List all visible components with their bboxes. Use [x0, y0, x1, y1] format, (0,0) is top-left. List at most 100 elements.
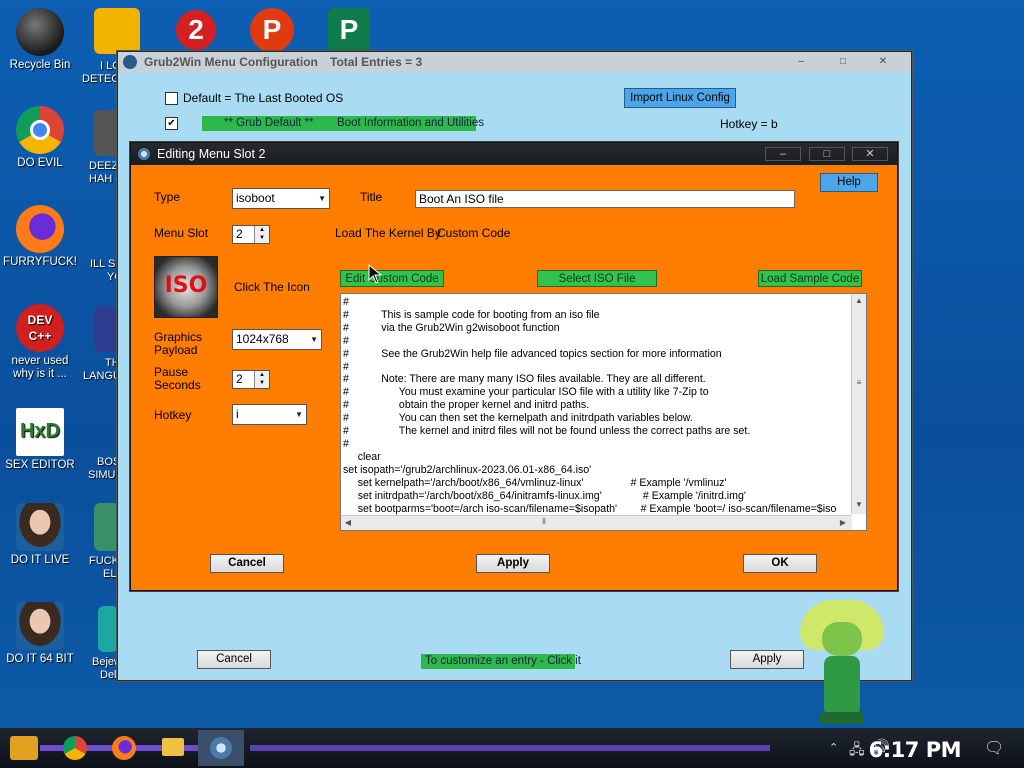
partial-label: ILL SI [90, 258, 119, 270]
hxd-icon: HxD [16, 408, 64, 456]
file-explorer-taskbar-icon[interactable] [162, 738, 184, 756]
iso-icon-text: ISO [164, 273, 208, 298]
custom-code-editor[interactable]: # # This is sample code for booting from… [340, 293, 867, 531]
app-publisher-icon[interactable]: P [328, 8, 370, 52]
partial-label: LANGU [83, 370, 121, 382]
pause-seconds-label: Pause Seconds [154, 365, 201, 392]
desktop-icon-sex-editor[interactable]: HxD SEX EDITOR [0, 408, 80, 472]
chrome-icon [16, 106, 64, 154]
entry-name: Boot Information and Utilities [337, 117, 485, 129]
desktop-icon-label: never used why is it ... [11, 355, 69, 380]
back-maximize-button[interactable]: □ [828, 55, 858, 69]
back-apply-button[interactable]: Apply [730, 650, 804, 669]
grub2win-icon [210, 737, 232, 759]
pause-seconds-stepper[interactable]: 2 ▲ ▼ [232, 370, 270, 389]
title-input[interactable]: Boot An ISO file [415, 190, 795, 208]
dialog-maximize-button[interactable]: □ [809, 147, 845, 161]
mouse-cursor-icon [368, 264, 382, 284]
start-button-icon[interactable] [10, 736, 38, 760]
entry-checkbox[interactable]: ✔ [165, 117, 178, 130]
scroll-thumb-grip-icon[interactable]: ⦀ [537, 517, 551, 527]
portrait-64-icon [16, 602, 64, 650]
partial-label: DEEZ [89, 160, 119, 172]
portrait-icon [16, 503, 64, 551]
default-last-booted-label: Default = The Last Booted OS [183, 91, 344, 105]
type-label: Type [154, 190, 181, 204]
horizontal-scrollbar[interactable]: ◀ ⦀ ▶ [341, 515, 852, 530]
taskbar: ⌃ 🖧 🔊 6:17 PM 🗨 [0, 728, 1024, 768]
grub2win-icon [138, 148, 150, 160]
partial-label: EL [103, 568, 117, 580]
title-label: Title [360, 190, 383, 204]
total-entries: Total Entries = 3 [330, 55, 423, 69]
apply-button[interactable]: Apply [476, 554, 550, 573]
cancel-button[interactable]: Cancel [210, 554, 284, 573]
back-cancel-button[interactable]: Cancel [197, 650, 271, 669]
taskbar-decoration [250, 745, 770, 751]
hotkey-label: Hotkey [154, 408, 192, 422]
desktop-icon-label: DO IT LIVE [10, 554, 70, 566]
entry-default-marker: ** Grub Default ** [224, 117, 314, 129]
scroll-up-icon[interactable]: ▲ [852, 296, 866, 305]
iso-disc-icon[interactable]: ISO [154, 256, 218, 318]
dialog-minimize-button[interactable]: – [765, 147, 801, 161]
scroll-down-icon[interactable]: ▼ [852, 500, 866, 509]
select-iso-file-button[interactable]: Select ISO File [537, 270, 657, 287]
ok-button[interactable]: OK [743, 554, 817, 573]
menu-entry-row[interactable]: ** Grub Default ** Boot Information and … [202, 116, 484, 131]
scroll-right-icon[interactable]: ▶ [836, 518, 850, 527]
back-window-titlebar[interactable]: Grub2Win Menu Configuration Total Entrie… [118, 52, 911, 72]
hotkey-value: i [236, 407, 239, 421]
load-kernel-label: Load The Kernel By [335, 226, 441, 240]
type-select[interactable]: isoboot ▼ [232, 188, 330, 209]
dialog-titlebar[interactable]: Editing Menu Slot 2 – □ ✕ [131, 143, 897, 165]
partial-app-icon[interactable] [94, 8, 140, 54]
desktop-icon-do-evil[interactable]: DO EVIL [0, 106, 80, 170]
scroll-thumb-grip-icon[interactable]: ≡ [852, 378, 866, 387]
dialog-close-button[interactable]: ✕ [852, 147, 888, 161]
firefox-taskbar-icon[interactable] [112, 736, 136, 760]
partial-app-icon[interactable] [98, 606, 118, 652]
app-p-icon[interactable]: P [250, 8, 294, 52]
chevron-down-icon: ▼ [310, 335, 318, 344]
edit-custom-code-button[interactable]: Edit Custom Code [340, 270, 444, 287]
graphics-payload-select[interactable]: 1024x768 ▼ [232, 329, 322, 350]
import-linux-config-button[interactable]: Import Linux Config [624, 88, 736, 108]
app-2-icon[interactable]: 2 [176, 10, 216, 50]
desktop-icon-do-it-64-bit[interactable]: DO IT 64 BIT [0, 602, 80, 666]
desktop-icon-do-it-live[interactable]: DO IT LIVE [0, 503, 80, 567]
hotkey-select[interactable]: i ▼ [232, 404, 307, 425]
peridot-character-image [800, 600, 884, 728]
desktop-icon-furryfuck[interactable]: FURRYFUCK! [0, 205, 80, 269]
taskbar-clock[interactable]: 6:17 PM [869, 738, 962, 762]
entry-hotkey: Hotkey = b [720, 117, 778, 131]
up-down-arrows-icon[interactable]: ▲ ▼ [254, 226, 269, 243]
menu-slot-stepper[interactable]: 2 ▲ ▼ [232, 225, 270, 244]
chevron-down-icon: ▼ [295, 410, 303, 419]
desktop-icon-dev-cpp[interactable]: DEV C++ never used why is it ... [0, 304, 80, 381]
load-kernel-value: Custom Code [437, 226, 511, 240]
default-last-booted-checkbox[interactable] [165, 92, 178, 105]
vertical-scrollbar[interactable]: ▲ ≡ ▼ [851, 294, 866, 514]
grub2win-taskbar-button[interactable] [198, 730, 244, 766]
graphics-payload-value: 1024x768 [236, 332, 289, 346]
desktop-icon-recycle-bin[interactable]: Recycle Bin [0, 8, 80, 72]
desktop-icon-label: Recycle Bin [9, 59, 71, 71]
notifications-icon[interactable]: 🗨 [984, 738, 1004, 758]
menu-slot-value: 2 [236, 227, 243, 241]
load-sample-code-button[interactable]: Load Sample Code [758, 270, 862, 287]
chevron-up-icon[interactable]: ⌃ [829, 741, 838, 754]
help-button[interactable]: Help [820, 173, 878, 192]
network-icon[interactable]: 🖧 [849, 739, 865, 763]
partial-label: FUCK [89, 555, 119, 567]
back-minimize-button[interactable]: – [786, 55, 816, 69]
firefox-icon [16, 205, 64, 253]
pause-seconds-value: 2 [236, 372, 243, 386]
click-icon-label: Click The Icon [234, 280, 310, 294]
dev-cpp-icon: DEV C++ [16, 304, 64, 352]
desktop-icon-label: DO EVIL [17, 157, 63, 169]
scroll-left-icon[interactable]: ◀ [341, 518, 355, 527]
chrome-taskbar-icon[interactable] [63, 736, 87, 760]
up-down-arrows-icon[interactable]: ▲ ▼ [254, 371, 269, 388]
back-close-button[interactable]: ✕ [868, 55, 898, 69]
